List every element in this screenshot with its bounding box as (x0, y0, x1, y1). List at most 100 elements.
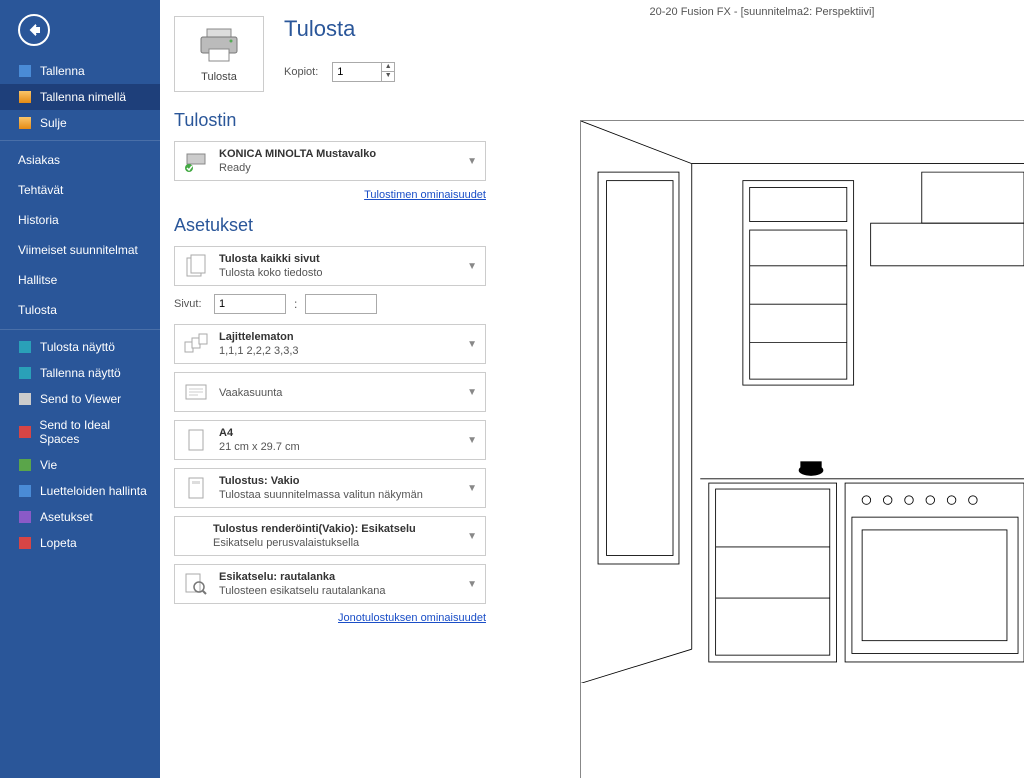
sidebar-label: Vie (40, 458, 57, 472)
scope-title: Tulosta kaikki sivut (219, 253, 323, 265)
window-title: 20-20 Fusion FX - [suunnitelma2: Perspek… (500, 6, 1024, 18)
copies-input[interactable] (333, 63, 381, 81)
chevron-down-icon: ▼ (467, 579, 477, 590)
printer-status: Ready (219, 162, 251, 174)
render-sub: Esikatselu perusvalaistuksella (213, 537, 359, 549)
printer-name: KONICA MINOLTA Mustavalko (219, 148, 376, 160)
sidebar-save[interactable]: Tallenna (0, 58, 160, 84)
chevron-down-icon: ▼ (467, 156, 477, 167)
chevron-down-icon: ▼ (467, 483, 477, 494)
output-icon (183, 475, 209, 501)
savescreen-icon (18, 366, 32, 380)
separator (0, 140, 160, 141)
pages-icon (183, 253, 209, 279)
sidebar-send-ideal[interactable]: Send to Ideal Spaces (0, 412, 160, 452)
settings-heading: Asetukset (174, 215, 486, 236)
ideal-icon (18, 425, 31, 439)
sidebar-print[interactable]: Tulosta (0, 295, 160, 325)
sidebar-label: Tallenna näyttö (40, 366, 121, 380)
output-title: Tulostus: Vakio (219, 475, 423, 487)
sidebar-manage[interactable]: Hallitse (0, 265, 160, 295)
chevron-down-icon: ▼ (467, 387, 477, 398)
sidebar-label: Tallenna nimellä (40, 90, 126, 104)
collate-dropdown[interactable]: Lajittelematon 1,1,1 2,2,2 3,3,3 ▼ (174, 324, 486, 364)
preview-area: 20-20 Fusion FX - [suunnitelma2: Perspek… (500, 0, 1024, 778)
pages-to-input[interactable] (305, 294, 377, 314)
sidebar-export[interactable]: Vie (0, 452, 160, 478)
orientation-title: Vaakasuunta (219, 387, 282, 399)
catalog-icon (18, 484, 32, 498)
export-icon (18, 458, 32, 472)
sidebar-label: Tallenna (40, 64, 85, 78)
paper-size-dropdown[interactable]: A4 21 cm x 29.7 cm ▼ (174, 420, 486, 460)
preview-sub: Tulosteen esikatselu rautalankana (219, 585, 386, 597)
print-heading: Tulosta (284, 16, 395, 42)
sidebar-label: Send to Viewer (40, 392, 121, 406)
pages-sep: : (294, 297, 297, 311)
print-button-label: Tulosta (201, 71, 237, 83)
orientation-dropdown[interactable]: Vaakasuunta ▼ (174, 372, 486, 412)
preview-title: Esikatselu: rautalanka (219, 571, 386, 583)
printer-properties-link[interactable]: Tulostimen ominaisuudet (174, 189, 486, 201)
pages-label: Sivut: (174, 298, 206, 310)
sidebar-close[interactable]: Sulje (0, 110, 160, 136)
sidebar-save-as[interactable]: Tallenna nimellä (0, 84, 160, 110)
printer-heading: Tulostin (174, 110, 486, 131)
sidebar-history[interactable]: Historia (0, 205, 160, 235)
collate-sub: 1,1,1 2,2,2 3,3,3 (219, 345, 299, 357)
exit-icon (18, 536, 32, 550)
collate-title: Lajittelematon (219, 331, 299, 343)
printer-dropdown[interactable]: KONICA MINOLTA Mustavalko Ready ▼ (174, 141, 486, 181)
sidebar-print-screen[interactable]: Tulosta näyttö (0, 334, 160, 360)
printscreen-icon (18, 340, 32, 354)
print-button[interactable]: Tulosta (174, 16, 264, 92)
collate-icon (183, 331, 209, 357)
copies-label: Kopiot: (284, 66, 318, 78)
queue-properties-link[interactable]: Jonotulostuksen ominaisuudet (174, 612, 486, 624)
copies-spinner[interactable]: ▲▼ (332, 62, 395, 82)
preview-mode-dropdown[interactable]: Esikatselu: rautalanka Tulosteen esikatse… (174, 564, 486, 604)
back-button[interactable] (18, 14, 50, 46)
sidebar-label: Asetukset (40, 510, 93, 524)
separator (0, 329, 160, 330)
print-preview-canvas (580, 120, 1024, 778)
sidebar-catalogs[interactable]: Luetteloiden hallinta (0, 478, 160, 504)
pages-from-input[interactable] (214, 294, 286, 314)
sidebar-tasks[interactable]: Tehtävät (0, 175, 160, 205)
print-scope-dropdown[interactable]: Tulosta kaikki sivut Tulosta koko tiedost… (174, 246, 486, 286)
chevron-down-icon: ▼ (467, 435, 477, 446)
chevron-down-icon: ▼ (467, 261, 477, 272)
output-sub: Tulostaa suunnitelmassa valitun näkymän (219, 489, 423, 501)
folder-icon (18, 116, 32, 130)
sidebar-label: Luetteloiden hallinta (40, 484, 147, 498)
save-icon (18, 64, 32, 78)
sidebar-save-screen[interactable]: Tallenna näyttö (0, 360, 160, 386)
chevron-down-icon: ▼ (467, 339, 477, 350)
sidebar-settings[interactable]: Asetukset (0, 504, 160, 530)
settings-icon (18, 510, 32, 524)
size-title: A4 (219, 427, 300, 439)
sidebar-exit[interactable]: Lopeta (0, 530, 160, 556)
file-menu-sidebar: Tallenna Tallenna nimellä Sulje Asiakas … (0, 0, 160, 778)
sidebar-label: Sulje (40, 116, 67, 130)
magnifier-icon (183, 571, 209, 597)
sidebar-label: Tulosta näyttö (40, 340, 115, 354)
save-as-icon (18, 90, 32, 104)
scope-sub: Tulosta koko tiedosto (219, 267, 323, 279)
printer-icon (197, 27, 241, 63)
orientation-icon (183, 379, 209, 405)
page-icon (183, 427, 209, 453)
printer-status-icon (183, 148, 209, 174)
render-dropdown[interactable]: Tulostus renderöinti(Vakio): Esikatselu E… (174, 516, 486, 556)
render-title: Tulostus renderöinti(Vakio): Esikatselu (213, 523, 416, 535)
size-sub: 21 cm x 29.7 cm (219, 441, 300, 453)
output-dropdown[interactable]: Tulostus: Vakio Tulostaa suunnitelmassa v… (174, 468, 486, 508)
spin-down-icon[interactable]: ▼ (382, 72, 394, 81)
sidebar-send-viewer[interactable]: Send to Viewer (0, 386, 160, 412)
sidebar-customer[interactable]: Asiakas (0, 145, 160, 175)
sidebar-recent[interactable]: Viimeiset suunnitelmat (0, 235, 160, 265)
viewer-icon (18, 392, 32, 406)
spin-up-icon[interactable]: ▲ (382, 63, 394, 72)
print-panel: Tulosta Tulosta Kopiot: ▲▼ Tulostin KONI… (160, 0, 500, 778)
sidebar-label: Send to Ideal Spaces (39, 418, 148, 446)
